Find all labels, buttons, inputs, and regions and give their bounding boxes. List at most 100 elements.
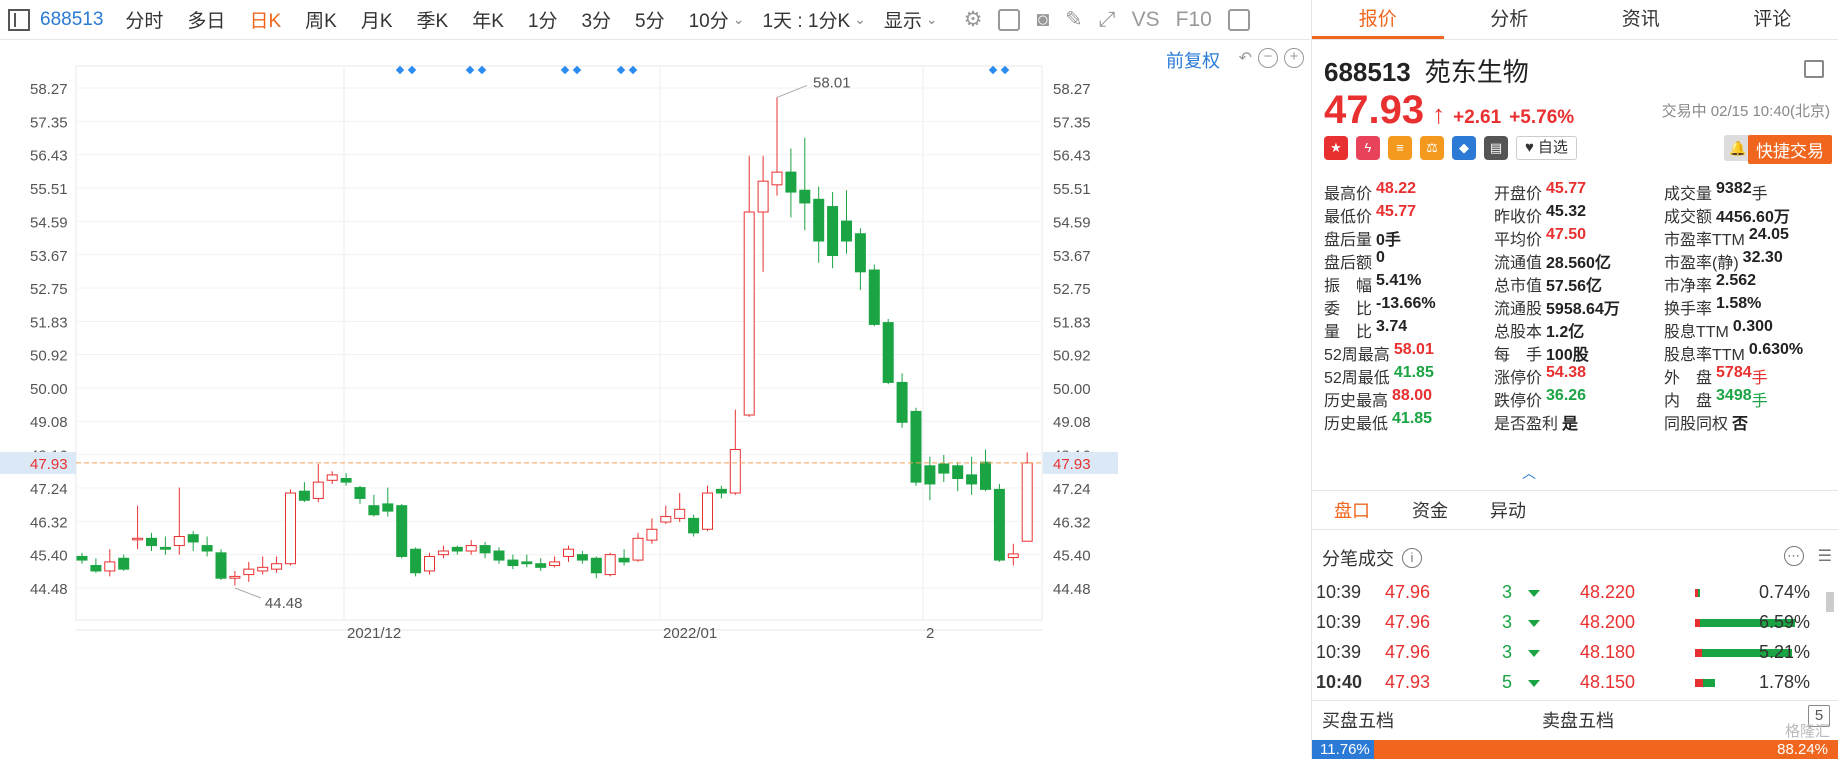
expand-chevron-icon[interactable]: ︿ (1522, 463, 1536, 483)
ticks-scrollbar[interactable] (1826, 592, 1834, 612)
candle-37 (590, 556, 602, 579)
candle-body-1 (90, 565, 102, 572)
tab-analysis[interactable]: 分析 (1444, 0, 1576, 39)
tab-quote[interactable]: 报价 (1312, 0, 1444, 39)
event-marker-6 (616, 65, 626, 75)
f10-button[interactable]: F10 (1176, 8, 1212, 32)
ratio-bar-red (1695, 649, 1702, 657)
candle-body-9 (201, 545, 213, 552)
tick-price: 47.93 (1385, 672, 1431, 692)
tab-period-9[interactable]: 5分 (635, 6, 665, 33)
heart-icon: ♥ (1525, 139, 1534, 156)
tab-period-8[interactable]: 3分 (581, 6, 611, 33)
candle-body-22 (382, 503, 394, 512)
candlestick-chart[interactable]: 58.27 57.35 56.43 55.51 54.59 53.67 52.75 51.83… (0, 40, 1118, 759)
layout-icon[interactable] (1804, 60, 1824, 78)
quote-field-value: 5958.64万 (1546, 300, 1620, 318)
zoom-out-icon[interactable]: − (1258, 48, 1278, 68)
panel-toggle-icon[interactable] (1227, 8, 1250, 31)
tab-period-7[interactable]: 1分 (528, 6, 558, 33)
chevron-down-icon[interactable]: ⌄ (733, 11, 745, 28)
tab-period-2[interactable]: 日K (249, 6, 281, 33)
stock-code-link[interactable]: 688513 (40, 9, 103, 31)
ratio-bar-red (1695, 679, 1703, 687)
candle-8 (187, 531, 199, 552)
feature-icon-2[interactable]: ≡ (1388, 136, 1412, 160)
candle-43 (674, 493, 686, 523)
tab-period-6[interactable]: 年K (472, 6, 504, 33)
gear-icon[interactable]: ⚙ (964, 7, 983, 32)
quote-field: 52周最高 58.01 (1324, 341, 1494, 365)
tab-comments[interactable]: 评论 (1707, 0, 1838, 39)
chart-grid (75, 65, 1043, 631)
quote-field-label: 外 盘 (1664, 369, 1713, 387)
quote-field: 盘后量 0手 (1324, 226, 1494, 250)
tick-pct: 5.21% (1758, 642, 1810, 662)
candle-body-46 (715, 488, 727, 494)
feature-icon-4[interactable]: ◆ (1452, 136, 1476, 160)
vs-compare-button[interactable]: VS (1132, 8, 1160, 32)
sell-ratio: 88.24% (1374, 740, 1838, 759)
candle-14 (271, 556, 283, 573)
quote-field: 外 盘 5784 手 (1664, 364, 1834, 388)
quote-field-label: 最低价 (1324, 208, 1373, 226)
candle-30 (493, 547, 505, 564)
tab-news[interactable]: 资讯 (1575, 0, 1707, 39)
list-icon[interactable]: ☰ (1818, 546, 1832, 566)
watchlist-button[interactable]: ♥ 自选 (1516, 136, 1577, 160)
subtab-movement[interactable]: 异动 (1490, 497, 1526, 523)
feature-icon-0[interactable]: ★ (1324, 136, 1348, 160)
fullscreen-icon[interactable]: ⤢ (1099, 8, 1116, 32)
candle-45 (702, 485, 713, 532)
camera-icon[interactable]: ◙ (1036, 8, 1049, 32)
tab-period-10[interactable]: 10分 (689, 6, 729, 33)
zoom-in-icon[interactable]: + (1284, 48, 1304, 68)
display-menu[interactable]: 显示 (884, 6, 922, 33)
quote-field-value: 24.05 (1748, 225, 1789, 243)
info-icon[interactable]: i (1402, 548, 1422, 568)
candle-body-48 (743, 211, 755, 416)
pencil-icon[interactable]: ✎ (1065, 7, 1083, 32)
indicator-box-icon[interactable] (998, 8, 1021, 31)
candle-body-40 (632, 537, 644, 561)
feature-icon-5[interactable]: ▤ (1484, 136, 1508, 160)
undo-icon[interactable]: ↶ (1239, 48, 1252, 68)
tab-period-4[interactable]: 月K (361, 6, 393, 33)
chevron-down-icon[interactable]: ⌄ (854, 11, 866, 28)
chevron-down-icon[interactable]: ⌄ (926, 11, 938, 28)
sidebar-toggle-icon[interactable] (8, 8, 30, 31)
candle-59 (896, 373, 908, 428)
price-adjust-select[interactable]: 前复权 (1166, 47, 1220, 73)
quote-field: 市净率 2.562 (1664, 272, 1834, 296)
feature-icon-1[interactable]: ϟ (1356, 136, 1380, 160)
tick-price: 47.96 (1385, 642, 1431, 662)
trade-status: 交易中 02/15 10:40(北京) (1661, 103, 1830, 120)
candle-4 (132, 505, 144, 550)
quote-row: 52周最低 41.85 涨停价 54.38 外 盘 5784 手 (1324, 364, 1834, 387)
quote-field-label: 量 比 (1324, 323, 1373, 341)
subtab-capital[interactable]: 资金 (1412, 497, 1448, 523)
feature-icons: ★ ϟ ≡ ⚖ ◆ ▤ ♥ 自选 (1324, 136, 1577, 160)
tick-ratio-bar (1695, 679, 1715, 687)
more-icon[interactable]: ⋯ (1783, 546, 1804, 566)
quote-field-label: 涨停价 (1494, 369, 1543, 387)
tab-period-3[interactable]: 周K (305, 6, 337, 33)
tab-period-1[interactable]: 多日 (187, 6, 225, 33)
candle-5 (146, 532, 157, 552)
fast-trade-button[interactable]: 快捷交易 (1748, 135, 1832, 164)
event-marker-2 (465, 65, 475, 75)
tick-price: 47.96 (1385, 612, 1431, 632)
candle-47 (729, 409, 741, 495)
interval-select[interactable]: 1天 : 1分K (762, 6, 850, 33)
tab-period-5[interactable]: 季K (417, 6, 449, 33)
candle-body-51 (785, 171, 797, 193)
subtab-orderbook[interactable]: 盘口 (1334, 497, 1370, 523)
feature-icon-3[interactable]: ⚖ (1420, 136, 1444, 160)
quote-field: 历史最高 88.00 (1324, 387, 1494, 411)
tick-pct: 1.78% (1758, 672, 1810, 692)
tab-period-0[interactable]: 分时 (125, 6, 163, 33)
y-tick-right-14: 45.40 (1053, 548, 1091, 565)
ticks-title: 分笔成交 (1322, 549, 1394, 569)
candle-body-26 (437, 550, 449, 556)
candle-12 (243, 561, 255, 582)
